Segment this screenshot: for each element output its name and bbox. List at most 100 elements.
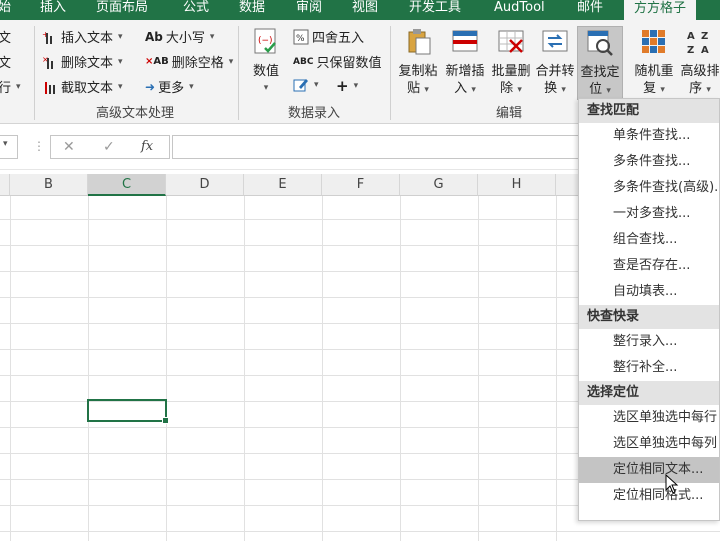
menu-item-select-each-column[interactable]: 选区单独选中每列 (579, 431, 719, 457)
insert-function-icon[interactable]: fx (141, 139, 153, 154)
menu-item-whole-row-entry[interactable]: 整行录入... (579, 329, 719, 355)
cancel-icon[interactable]: ✕ (63, 139, 75, 155)
batch-delete-button[interactable]: 批量删 除 ▾ (489, 26, 533, 99)
plus-button[interactable]: + ▾ (336, 77, 358, 95)
menu-item-multi-condition-lookup-advanced[interactable]: 多条件查找(高级)... (579, 175, 719, 201)
svg-text:A: A (687, 31, 695, 42)
menu-item-multi-condition-lookup[interactable]: 多条件查找... (579, 149, 719, 175)
tab-developer[interactable]: 开发工具 (409, 0, 461, 20)
chevron-down-icon: ▾ (353, 81, 359, 91)
edit-icon (293, 79, 308, 92)
menu-item-whole-row-complete[interactable]: 整行补全... (579, 355, 719, 381)
column-header-f[interactable]: F (322, 174, 400, 196)
tab-review[interactable]: 审阅 (296, 0, 322, 20)
ribbon-tab-bar: 始 插入 页面布局 公式 数据 审阅 视图 开发工具 AudTool 邮件 方方… (0, 0, 720, 20)
add-insert-button[interactable]: 新增插 入 ▾ (443, 26, 487, 99)
grid-line (10, 196, 11, 541)
tab-mailings[interactable]: 邮件 (577, 0, 603, 20)
batch-delete-label-2: 除 (500, 81, 514, 96)
tab-page-layout[interactable]: 页面布局 (96, 0, 148, 20)
column-header-d[interactable]: D (166, 174, 244, 196)
column-header-b[interactable]: B (10, 174, 88, 196)
tab-formulas[interactable]: 公式 (183, 0, 209, 20)
column-header-h[interactable]: H (478, 174, 556, 196)
chevron-down-icon: ▾ (471, 85, 476, 95)
column-header-g[interactable]: G (400, 174, 478, 196)
column-header-a-partial[interactable] (0, 174, 10, 196)
delete-space-button[interactable]: ×AB 删除空格 ▾ (145, 52, 234, 72)
menu-item-auto-fill-form[interactable]: 自动填表... (579, 279, 719, 305)
menu-item-locate-same-format[interactable]: 定位相同格式... (579, 483, 719, 509)
chevron-down-icon: ▾ (706, 85, 711, 95)
grid-line (322, 196, 323, 541)
tab-home[interactable]: 始 (0, 0, 11, 20)
clipboard-icon (408, 29, 431, 55)
tab-data[interactable]: 数据 (239, 0, 265, 20)
keep-value-label: 只保留数值 (316, 56, 382, 71)
menu-item-combined-lookup[interactable]: 组合查找... (579, 227, 719, 253)
active-cell[interactable] (87, 399, 169, 424)
grid-line (400, 196, 401, 541)
merge-convert-button[interactable]: 合并转 换 ▾ (533, 26, 577, 99)
more-button[interactable]: ➜ 更多 ▾ (145, 77, 194, 97)
chevron-down-icon: ▾ (263, 83, 269, 93)
chevron-down-icon: ▾ (118, 56, 123, 67)
insert-text-button[interactable]: + 插入文本 ▾ (42, 27, 123, 47)
tab-fangfang-gezi[interactable]: 方方格子 (624, 0, 697, 20)
group-divider (238, 26, 239, 120)
copy-paste-label-1: 复制粘 (398, 64, 438, 79)
case-button[interactable]: Ab 大小写 ▾ (145, 27, 214, 47)
grid-line (478, 196, 479, 541)
name-box[interactable]: ▾ (0, 135, 18, 159)
tab-view[interactable]: 视图 (352, 0, 378, 20)
random-repeat-label-2: 复 (643, 81, 657, 96)
copy-paste-label-2: 贴 (407, 81, 421, 96)
chevron-down-icon: ▾ (517, 85, 522, 95)
random-repeat-label-2-row: 复 ▾ (632, 80, 676, 99)
partial-label-1: 文 (0, 31, 12, 46)
mouse-pointer-icon (665, 474, 679, 494)
grid-line (556, 196, 557, 541)
copy-paste-label-2-row: 贴 ▾ (396, 80, 440, 99)
chevron-down-icon: ▾ (606, 86, 611, 96)
merge-convert-label-2-row: 换 ▾ (533, 80, 577, 99)
random-icon (642, 30, 665, 53)
chevron-down-icon: ▾ (314, 80, 319, 90)
round-button[interactable]: % 四舍五入 (293, 27, 364, 46)
menu-item-locate-same-text[interactable]: 定位相同文本... (579, 457, 719, 483)
add-insert-label-2-row: 入 ▾ (443, 80, 487, 99)
column-header-e[interactable]: E (244, 174, 322, 196)
ribbon-partial-item-3[interactable]: 行 ▾ (0, 77, 21, 96)
value-button[interactable]: (−) 数值 ▾ (245, 26, 287, 97)
chevron-down-icon: ▾ (16, 81, 21, 92)
menu-item-single-condition-lookup[interactable]: 单条件查找... (579, 123, 719, 149)
group-divider (390, 26, 391, 120)
chevron-down-icon: ▾ (228, 56, 234, 67)
delete-text-button[interactable]: × 删除文本 ▾ (42, 52, 123, 72)
edit-entry-button[interactable]: ▾ (293, 77, 319, 93)
column-header-c[interactable]: C (88, 174, 166, 196)
find-locate-button[interactable]: 查找定 位 ▾ (577, 26, 623, 100)
tab-insert[interactable]: 插入 (40, 0, 66, 20)
group-label-text-processing: 高级文本处理 (96, 106, 175, 121)
menu-item-one-to-many-lookup[interactable]: 一对多查找... (579, 201, 719, 227)
menu-item-select-each-row[interactable]: 选区单独选中每行 (579, 405, 719, 431)
ribbon-partial-item-1[interactable]: 文 (0, 27, 11, 46)
batch-delete-label-2-row: 除 ▾ (489, 80, 533, 99)
advanced-sort-button[interactable]: A Z Z A 高级排 序 ▾ (678, 26, 720, 99)
menu-item-check-exists[interactable]: 查是否存在... (579, 253, 719, 279)
add-insert-label-2: 入 (454, 81, 468, 96)
cut-text-button[interactable]: 截取文本 ▾ (42, 77, 123, 96)
tab-audtool[interactable]: AudTool (494, 0, 545, 20)
random-repeat-label-1: 随机重 (634, 64, 674, 79)
enter-icon[interactable]: ✓ (103, 139, 115, 155)
keep-value-button[interactable]: ABC 只保留数值 (293, 52, 381, 71)
menu-section-header-lookup: 查找匹配 (579, 99, 719, 123)
case-icon: Ab (145, 29, 163, 44)
random-repeat-button[interactable]: 随机重 复 ▾ (632, 26, 676, 99)
delete-space-label: 删除空格 (171, 56, 224, 71)
chevron-down-icon: ▾ (118, 81, 123, 92)
merge-icon (542, 30, 568, 52)
copy-paste-button[interactable]: 复制粘 贴 ▾ (396, 26, 440, 99)
ribbon-partial-item-2[interactable]: 文 (0, 52, 11, 71)
